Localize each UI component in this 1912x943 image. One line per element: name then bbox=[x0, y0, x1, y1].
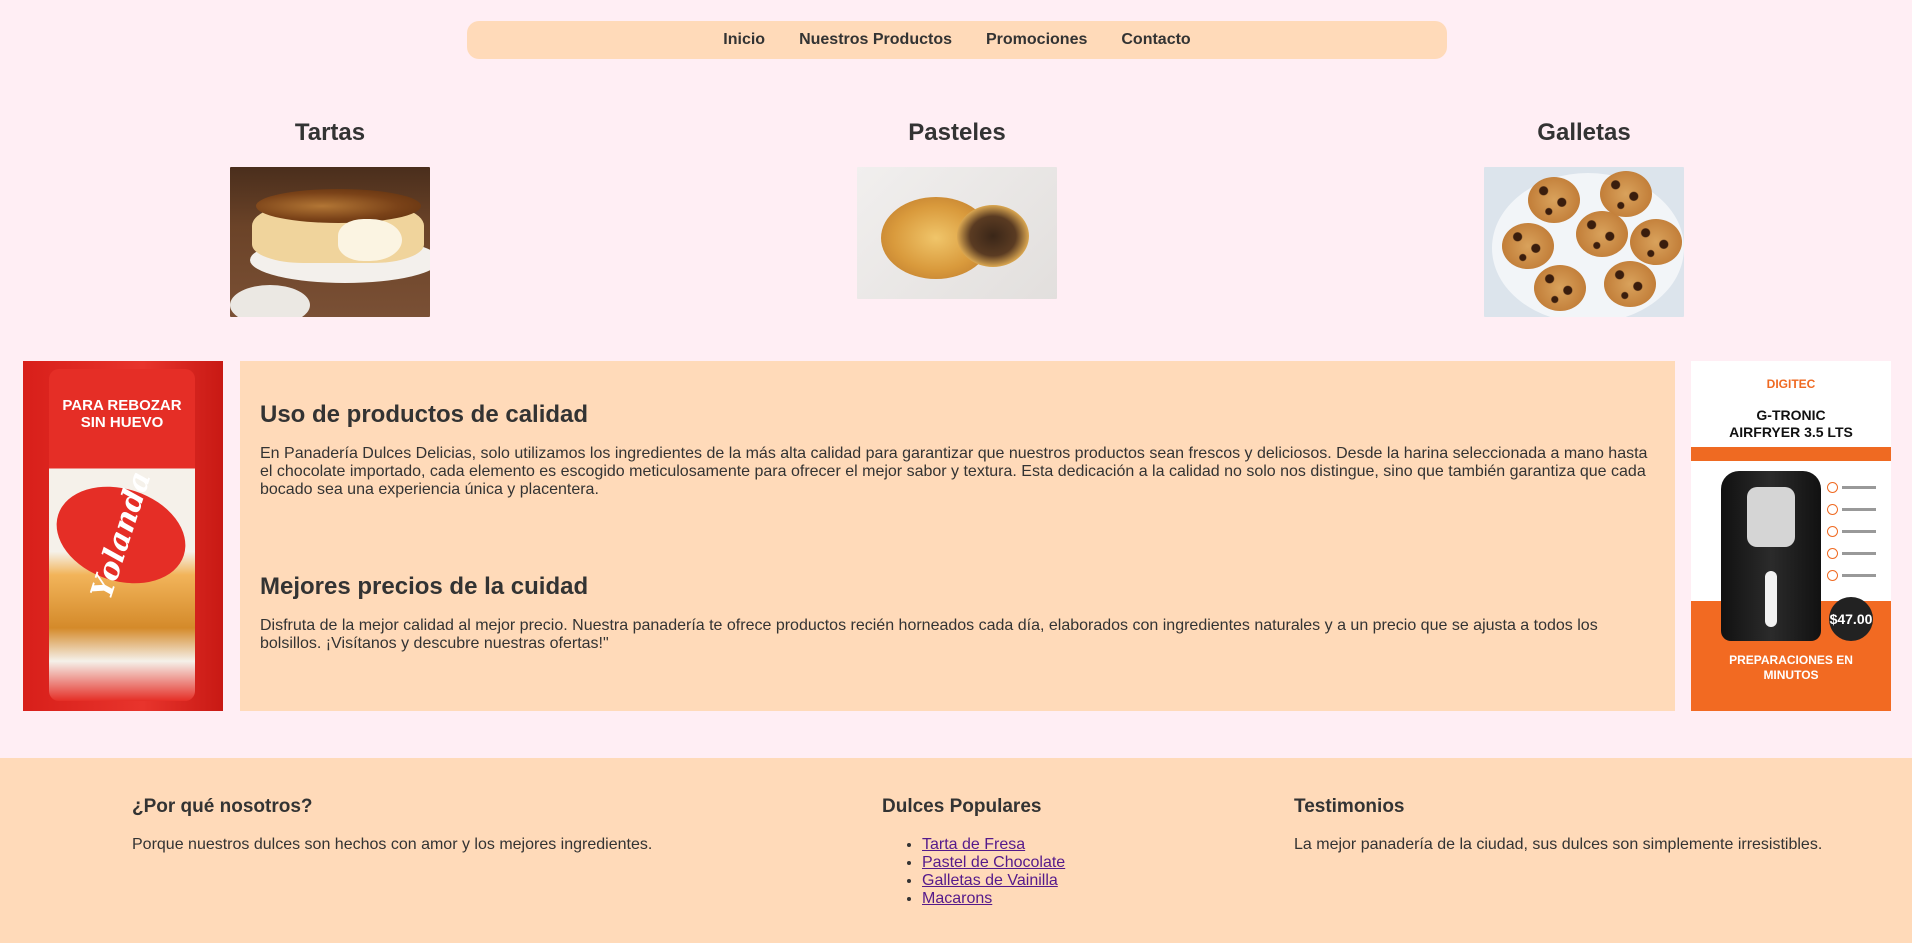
airfryer-ad-image: DIGITEC G-TRONIC AIRFRYER 3.5 LTS $47.00… bbox=[1691, 361, 1891, 711]
cookies-image bbox=[1484, 167, 1684, 317]
list-item: Galletas de Vainilla bbox=[922, 872, 1065, 890]
airfryer-icon bbox=[1721, 471, 1821, 641]
cheesecake-image bbox=[230, 167, 430, 317]
testimonials-text: La mejor panadería de la ciudad, sus dul… bbox=[1294, 836, 1823, 853]
ad-right-title-1: G-TRONIC bbox=[1756, 407, 1826, 423]
why-us-text: Porque nuestros dulces son hechos con am… bbox=[132, 836, 653, 853]
list-item: Macarons bbox=[922, 890, 1065, 908]
list-item: Pastel de Chocolate bbox=[922, 854, 1065, 872]
nav-inicio[interactable]: Inicio bbox=[723, 31, 765, 49]
category-title: Tartas bbox=[294, 119, 366, 146]
footer-why-us: ¿Por qué nosotros? Porque nuestros dulce… bbox=[132, 796, 652, 854]
footer-testimonials: Testimonios La mejor panadería de la ciu… bbox=[1294, 796, 1822, 854]
why-us-title: ¿Por qué nosotros? bbox=[132, 796, 313, 817]
category-title: Galletas bbox=[1537, 119, 1631, 146]
prices-title: Mejores precios de la cuidad bbox=[260, 573, 589, 600]
popular-list: Tarta de Fresa Pastel de Chocolate Galle… bbox=[882, 836, 1065, 908]
ad-right-title-2: AIRFRYER 3.5 LTS bbox=[1729, 424, 1853, 440]
popular-title: Dulces Populares bbox=[882, 796, 1042, 817]
pastries-image bbox=[857, 167, 1057, 299]
category-pasteles: Pasteles bbox=[807, 115, 1107, 299]
nav-nuestros-productos[interactable]: Nuestros Productos bbox=[799, 31, 952, 49]
nav-promociones[interactable]: Promociones bbox=[986, 31, 1087, 49]
quality-text: En Panadería Dulces Delicias, solo utili… bbox=[260, 445, 1648, 498]
link-tarta-de-fresa[interactable]: Tarta de Fresa bbox=[922, 836, 1025, 853]
footer: ¿Por qué nosotros? Porque nuestros dulce… bbox=[0, 758, 1912, 943]
footer-popular: Dulces Populares Tarta de Fresa Pastel d… bbox=[882, 796, 1065, 908]
ad-right-price: $47.00 bbox=[1829, 597, 1873, 641]
info-section: Uso de productos de calidad En Panadería… bbox=[240, 361, 1675, 711]
testimonials-title: Testimonios bbox=[1294, 796, 1405, 817]
category-title: Pasteles bbox=[908, 119, 1006, 146]
category-tartas: Tartas bbox=[180, 115, 480, 317]
main-nav: Inicio Nuestros Productos Promociones Co… bbox=[467, 21, 1447, 59]
ad-right-footer-2: MINUTOS bbox=[1763, 668, 1819, 682]
nav-contacto[interactable]: Contacto bbox=[1121, 31, 1190, 49]
ad-right-footer-1: PREPARACIONES EN bbox=[1729, 653, 1853, 667]
ad-left-line-1: PARA REBOZAR bbox=[62, 397, 182, 414]
link-galletas-de-vainilla[interactable]: Galletas de Vainilla bbox=[922, 872, 1058, 889]
prices-text: Disfruta de la mejor calidad al mejor pr… bbox=[260, 617, 1598, 652]
category-galletas: Galletas bbox=[1434, 115, 1734, 317]
ad-left-line-2: SIN HUEVO bbox=[80, 414, 164, 431]
ad-right-brand: DIGITEC bbox=[1766, 377, 1816, 391]
quality-title: Uso de productos de calidad bbox=[260, 401, 589, 428]
link-pastel-de-chocolate[interactable]: Pastel de Chocolate bbox=[922, 854, 1065, 871]
yolanda-ad-image: PARA REBOZAR SIN HUEVO Yolanda bbox=[23, 361, 223, 711]
list-item: Tarta de Fresa bbox=[922, 836, 1065, 854]
link-macarons[interactable]: Macarons bbox=[922, 890, 992, 907]
